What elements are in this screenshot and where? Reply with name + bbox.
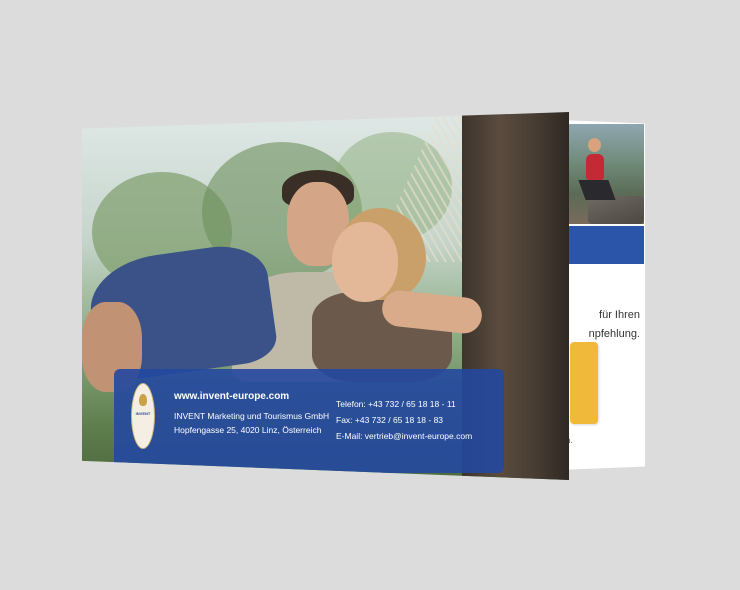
person-head	[588, 138, 601, 152]
contact-info-box: INVENT www.invent-europe.com INVENT Mark…	[114, 369, 504, 473]
inner-panel: für Ihren npfehlung. n.	[560, 120, 645, 470]
fax-number: Fax: +43 732 / 65 18 18 - 83	[336, 415, 444, 425]
company-name: INVENT Marketing und Tourismus GmbH	[174, 411, 330, 421]
inner-text-line1: für Ihren	[599, 309, 640, 321]
logo-mark	[139, 394, 147, 406]
woman-face	[332, 222, 398, 302]
rocks	[588, 196, 644, 224]
person-shirt	[586, 154, 604, 180]
company-address: Hopfengasse 25, 4020 Linz, Österreich	[174, 425, 322, 435]
phone-number: Telefon: +43 732 / 65 18 18 - 11	[336, 399, 456, 409]
inner-text: für Ihren npfehlung.	[560, 306, 640, 344]
brochure-mockup: für Ihren npfehlung. n. INVENT www.inven…	[0, 0, 740, 590]
front-cover: INVENT www.invent-europe.com INVENT Mark…	[82, 112, 569, 480]
email-address: E-Mail: vertrieb@invent-europe.com	[336, 431, 473, 441]
company-url: www.invent-europe.com	[174, 391, 290, 402]
inner-blue-bar	[568, 226, 644, 264]
inner-photo	[568, 124, 644, 224]
invent-logo-icon: INVENT	[131, 383, 155, 449]
inner-gold-card	[570, 342, 598, 424]
person-legs	[578, 180, 616, 200]
logo-text: INVENT	[135, 411, 151, 416]
